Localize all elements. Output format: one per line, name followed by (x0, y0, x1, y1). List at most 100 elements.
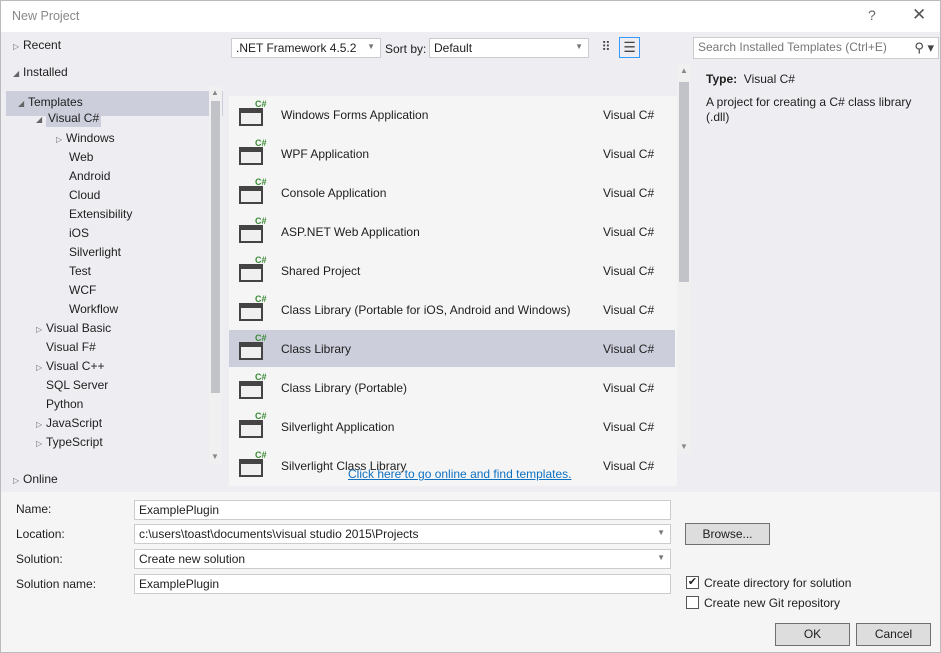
tree-recent[interactable]: ▷ Recent (13, 38, 61, 52)
tree-item[interactable]: Visual F# (36, 340, 96, 354)
template-row[interactable]: C# WPF Application Visual C# (229, 135, 675, 172)
create-directory-checkbox[interactable]: ✔ (686, 576, 699, 589)
online-templates-link[interactable]: Click here to go online and find templat… (348, 467, 571, 481)
browse-button[interactable]: Browse... (685, 523, 770, 545)
template-language: Visual C# (603, 186, 655, 200)
template-row[interactable]: C# Shared Project Visual C# (229, 252, 675, 289)
search-icon: ⚲ ▾ (914, 40, 934, 55)
tree-item[interactable]: ▷ TypeScript (36, 435, 103, 449)
list-view-icon[interactable]: ☰ (619, 37, 640, 58)
scroll-down-icon[interactable]: ▼ (211, 452, 219, 461)
tree-label: Python (46, 397, 84, 411)
tree-label: Visual C# (46, 109, 102, 127)
scroll-down-icon[interactable]: ▼ (680, 442, 688, 451)
git-repo-label: Create new Git repository (704, 596, 841, 610)
chevron-down-icon: ▼ (657, 553, 665, 562)
collapse-icon: ◢ (18, 99, 25, 108)
template-row[interactable]: C# Class Library Visual C# (229, 330, 675, 367)
search-placeholder: Search Installed Templates (Ctrl+E) (698, 40, 887, 54)
framework-select[interactable]: .NET Framework 4.5.2 ▼ (231, 38, 381, 58)
chevron-down-icon: ▼ (575, 42, 583, 51)
tree-label: Workflow (69, 302, 119, 316)
tree-item[interactable]: Python (36, 397, 83, 411)
template-row[interactable]: C# ASP.NET Web Application Visual C# (229, 213, 675, 250)
small-icons-view-icon[interactable]: ⠿ (597, 39, 615, 57)
sort-label: Sort by: (385, 42, 427, 56)
template-name: Windows Forms Application (281, 108, 429, 122)
tree-label: Visual C++ (46, 359, 105, 373)
template-row[interactable]: C# Class Library (Portable) Visual C# (229, 369, 675, 406)
winforms-icon: C# (237, 99, 267, 128)
template-language: Visual C# (603, 264, 655, 278)
template-row[interactable]: C# Console Application Visual C# (229, 174, 675, 211)
details-pane: Type: Visual C# A project for creating a… (706, 72, 926, 125)
tree-item[interactable]: Extensibility (59, 207, 132, 221)
list-scrollbar[interactable]: ▲ ▼ (677, 64, 691, 454)
tree-label: Silverlight (69, 245, 122, 259)
template-language: Visual C# (603, 108, 655, 122)
tree-item[interactable]: WCF (59, 283, 96, 297)
name-input[interactable]: ExamplePlugin (134, 500, 671, 520)
scroll-up-icon[interactable]: ▲ (680, 66, 688, 75)
template-name: Class Library (281, 342, 352, 356)
tree-item[interactable]: Workflow (59, 302, 118, 316)
solution-name-input[interactable]: ExamplePlugin (134, 574, 671, 594)
location-combo[interactable]: c:\users\toast\documents\visual studio 2… (134, 524, 671, 544)
cancel-button[interactable]: Cancel (856, 623, 931, 646)
template-name: WPF Application (281, 147, 370, 161)
location-label: Location: (16, 527, 65, 541)
scroll-thumb[interactable] (679, 82, 689, 282)
search-input[interactable]: Search Installed Templates (Ctrl+E) ⚲ ▾ (693, 37, 939, 59)
close-button[interactable]: ✕ (912, 5, 926, 25)
tree-item[interactable]: Silverlight (59, 245, 121, 259)
expand-icon: ▷ (36, 439, 43, 448)
tree-item[interactable]: ▷ Visual C++ (36, 359, 104, 373)
tree-item[interactable]: Web (59, 150, 93, 164)
help-button[interactable]: ? (868, 7, 876, 23)
tree-label: Web (69, 150, 94, 164)
tree-item[interactable]: Cloud (59, 188, 100, 202)
tree-label: Windows (66, 131, 115, 145)
chevron-down-icon: ▼ (657, 528, 665, 537)
expand-icon: ▷ (36, 363, 43, 372)
template-row[interactable]: C# Class Library (Portable for iOS, Andro… (229, 291, 675, 328)
tree-label: Visual Basic (46, 321, 112, 335)
template-description: A project for creating a C# class librar… (706, 95, 912, 124)
tree-item[interactable]: iOS (59, 226, 89, 240)
template-row[interactable]: C# Silverlight Application Visual C# (229, 408, 675, 445)
template-row[interactable]: C# Windows Forms Application Visual C# (229, 96, 675, 133)
tree-item[interactable]: ▷ Windows (56, 131, 115, 145)
tree-templates[interactable]: ◢ Templates (18, 95, 83, 109)
shared-project-icon: C# (237, 255, 267, 284)
upper-pane: ▷ Recent ◢ Installed ◢ Templates ◢ Visual C#… (0, 32, 941, 492)
collapse-icon: ◢ (36, 115, 43, 124)
tree-label: SQL Server (46, 378, 109, 392)
framework-value: .NET Framework 4.5.2 (236, 41, 357, 55)
tree-online[interactable]: ▷ Online (13, 472, 58, 486)
tree-item[interactable]: Android (59, 169, 110, 183)
solution-combo[interactable]: Create new solution ▼ (134, 549, 671, 569)
scroll-thumb[interactable] (211, 101, 220, 393)
tree-label: Online (23, 472, 58, 486)
tree-label: Visual F# (46, 340, 96, 354)
window-title: New Project (12, 9, 80, 23)
ok-button[interactable]: OK (775, 623, 850, 646)
scroll-up-icon[interactable]: ▲ (211, 88, 219, 97)
sort-select[interactable]: Default ▼ (429, 38, 589, 58)
chevron-down-icon: ▼ (367, 42, 375, 51)
expand-icon: ▷ (36, 325, 43, 334)
tree-item[interactable]: ▷ JavaScript (36, 416, 102, 430)
solution-value: Create new solution (139, 552, 246, 566)
tree-item[interactable]: Test (59, 264, 91, 278)
template-name: Shared Project (281, 264, 361, 278)
tree-label: Installed (23, 65, 68, 79)
tree-installed[interactable]: ◢ Installed (13, 65, 68, 79)
name-label: Name: (16, 502, 52, 516)
solution-label: Solution: (16, 552, 63, 566)
tree-item[interactable]: SQL Server (36, 378, 108, 392)
tree-item[interactable]: ▷ Visual Basic (36, 321, 111, 335)
project-form: Name: ExamplePlugin Location: c:\users\t… (0, 492, 941, 653)
git-repo-checkbox[interactable] (686, 596, 699, 609)
tree-scrollbar[interactable]: ▲ ▼ (209, 86, 222, 464)
tree-visual-csharp[interactable]: ◢ Visual C# (36, 109, 102, 130)
